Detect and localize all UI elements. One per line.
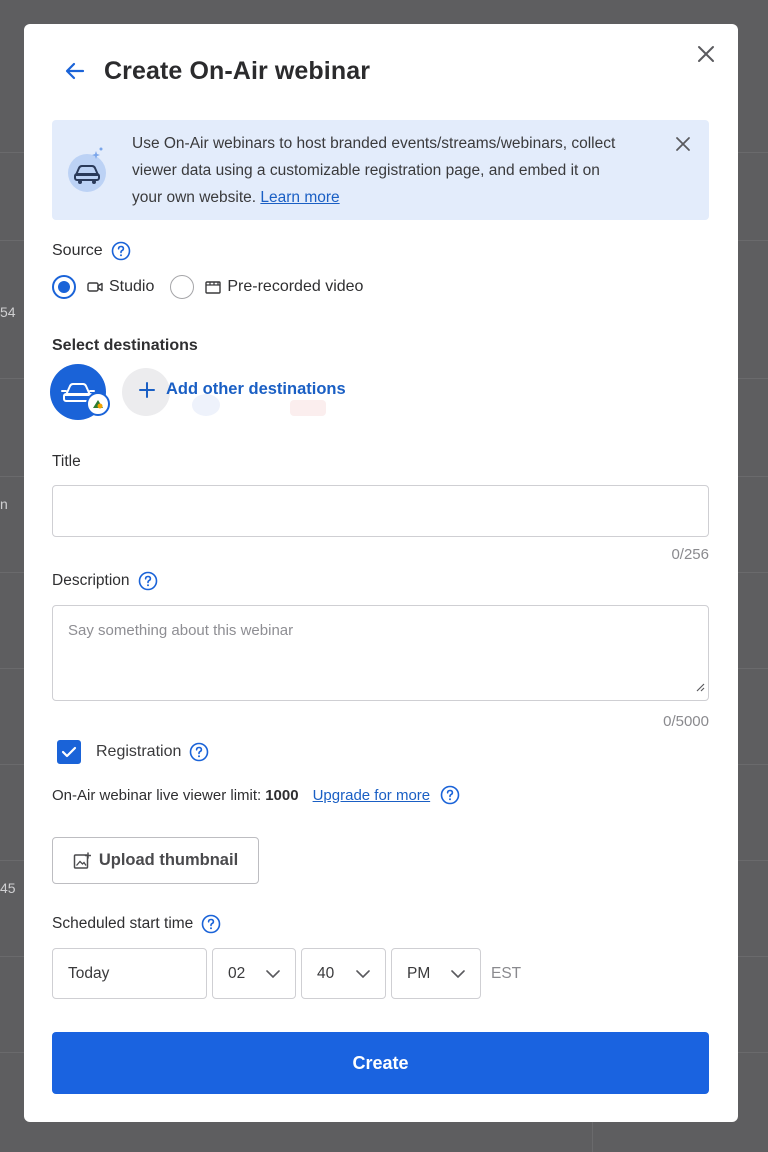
help-icon[interactable] [138,571,158,591]
date-value: Today [68,964,110,982]
description-placeholder: Say something about this webinar [68,622,294,639]
radio-prerecorded-label: Pre-recorded video [227,278,364,295]
info-banner: Use On-Air webinars to host branded even… [52,120,709,220]
add-destinations-button[interactable]: Add other destinations [138,380,346,399]
chevron-down-icon [451,969,465,978]
checkmark-icon [61,746,77,758]
placeholder-destination [290,400,326,416]
help-icon[interactable] [440,785,460,805]
create-webinar-dialog: Create On-Air webinar Use On-Air webinar… [24,24,738,1122]
destinations-label: Select destinations [52,337,198,354]
dialog-title: Create On-Air webinar [104,56,371,85]
plus-icon [139,381,155,398]
schedule-label: Scheduled start time [52,915,194,932]
description-label-row: Description [52,571,158,591]
background-text: 45 [0,880,16,896]
radio-prerecorded[interactable] [170,275,195,299]
ampm-value: PM [407,964,431,982]
help-icon[interactable] [201,914,221,934]
background-text: 54 [0,304,16,320]
background-text: n [0,496,8,512]
source-label-row: Source [52,241,131,261]
dialog-header: Create On-Air webinar [60,56,370,86]
registration-row: Registration [57,740,209,764]
background-divider [592,1120,593,1152]
hour-value: 02 [228,964,246,982]
viewer-limit-value: 1000 [265,786,299,804]
hour-select[interactable]: 02 [212,948,296,999]
radio-studio-label: Studio [109,278,155,295]
camera-icon [87,281,103,293]
source-label: Source [52,242,103,259]
banner-text: Use On-Air webinars to host branded even… [132,130,632,211]
webinar-car-icon [66,145,110,193]
resize-handle-icon[interactable] [695,679,705,697]
back-button[interactable] [60,56,90,86]
image-upload-icon [73,851,91,869]
radio-studio[interactable] [52,275,76,299]
close-icon [698,46,714,62]
chevron-down-icon [266,969,280,978]
registration-label: Registration [96,743,182,760]
create-button[interactable]: Create [52,1032,709,1094]
registration-checkbox[interactable] [57,740,81,764]
upload-thumbnail-button[interactable]: Upload thumbnail [52,837,259,884]
upgrade-link[interactable]: Upgrade for more [313,787,431,804]
close-icon [676,137,690,151]
description-textarea[interactable]: Say something about this webinar [52,605,709,701]
title-input[interactable] [52,485,709,537]
title-label: Title [52,453,81,470]
description-label: Description [52,572,130,589]
close-dialog-button[interactable] [692,40,720,68]
help-icon[interactable] [189,742,209,762]
schedule-label-row: Scheduled start time [52,914,221,934]
add-destinations-label: Add other destinations [166,380,346,398]
viewer-limit-text: On-Air webinar live viewer limit: [52,786,262,804]
learn-more-link[interactable]: Learn more [260,189,339,206]
banner-message: Use On-Air webinars to host branded even… [132,135,616,206]
minute-value: 40 [317,964,335,982]
viewer-limit-row: On-Air webinar live viewer limit: 1000 U… [52,785,460,805]
dismiss-banner-button[interactable] [671,132,695,156]
destinations-row: Add other destinations [50,364,410,422]
help-icon[interactable] [111,241,131,261]
upload-thumbnail-label: Upload thumbnail [98,851,239,869]
film-icon [205,280,222,294]
title-char-counter: 0/256 [671,546,709,563]
source-radio-group: Studio Pre-recorded video [52,275,363,299]
ampm-select[interactable]: PM [391,948,481,999]
destination-badge-icon [86,392,110,416]
arrow-left-icon [65,62,85,80]
schedule-row: Today 02 40 PM EST [52,948,521,999]
chevron-down-icon [356,969,370,978]
timezone-label: EST [491,964,522,982]
description-char-counter: 0/5000 [663,713,709,730]
minute-select[interactable]: 40 [301,948,386,999]
date-input[interactable]: Today [52,948,207,999]
